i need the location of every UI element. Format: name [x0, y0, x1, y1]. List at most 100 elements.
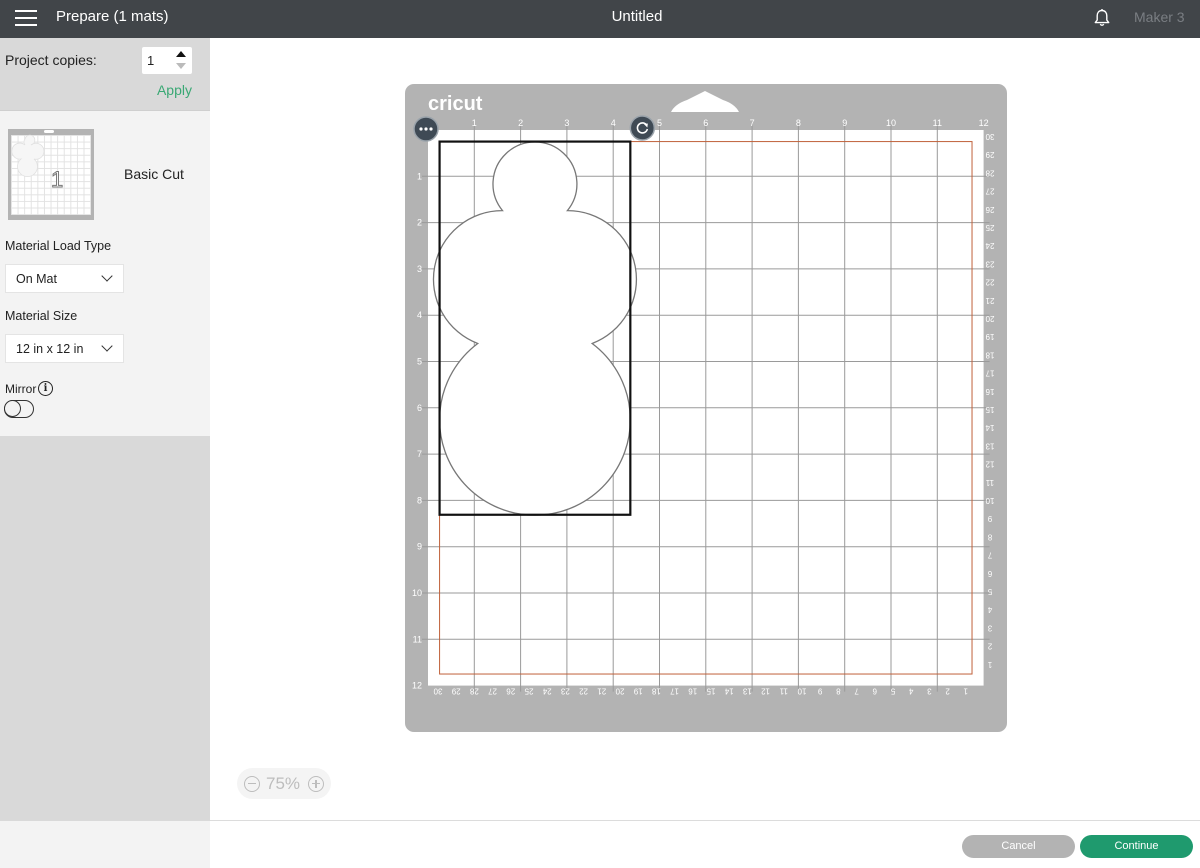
continue-button[interactable]: Continue [1080, 835, 1193, 858]
chevron-down-icon [101, 270, 113, 282]
ruler-bottom-cm-tick: 13 [742, 687, 751, 696]
ruler-top-tick: 3 [564, 118, 569, 128]
material-load-type-label: Material Load Type [5, 239, 112, 253]
cancel-button[interactable]: Cancel [962, 835, 1075, 858]
more-options-dot [424, 127, 428, 131]
top-bar: Prepare (1 mats) Untitled Maker 3 [0, 0, 1200, 38]
ruler-left-tick: 9 [417, 542, 422, 552]
material-size-value: 12 in x 12 in [16, 342, 84, 356]
ruler-right-cm-tick: 27 [985, 187, 994, 196]
ruler-right-cm-tick: 21 [985, 296, 994, 305]
ruler-top-tick: 8 [796, 118, 801, 128]
ruler-right-cm-tick: 20 [985, 314, 994, 323]
ruler-right-cm-tick: 6 [987, 569, 992, 578]
ruler-bottom-cm-tick: 2 [945, 687, 950, 696]
ruler-top-tick: 9 [842, 118, 847, 128]
ruler-bottom-cm-tick: 28 [469, 687, 478, 696]
ruler-left-tick: 4 [417, 310, 422, 320]
ruler-right-cm-tick: 22 [985, 278, 994, 287]
ruler-top-tick: 4 [611, 118, 616, 128]
ruler-right-cm-tick: 15 [985, 405, 994, 414]
ruler-right-cm-tick: 30 [985, 132, 994, 141]
ruler-right-cm-tick: 8 [987, 532, 992, 541]
mat-thumbnail[interactable]: 1 [8, 129, 94, 220]
hamburger-menu-icon[interactable] [15, 10, 37, 26]
ruler-right-cm-tick: 16 [985, 387, 994, 396]
ruler-bottom-cm-tick: 14 [724, 687, 733, 696]
ruler-bottom-cm-tick: 17 [670, 687, 679, 696]
chevron-down-icon [101, 340, 113, 352]
ruler-right-cm-tick: 5 [987, 587, 992, 596]
ruler-bottom-cm-tick: 7 [854, 687, 859, 696]
ruler-bottom-cm-tick: 15 [706, 687, 715, 696]
ruler-right-cm-tick: 28 [985, 168, 994, 177]
material-size-select[interactable]: 12 in x 12 in [5, 334, 124, 363]
footer-divider [210, 820, 1200, 821]
increment-arrow-icon[interactable] [176, 51, 186, 57]
ruler-top-tick: 6 [703, 118, 708, 128]
mat-name: Basic Cut [124, 166, 184, 182]
ruler-right-cm-tick: 18 [985, 350, 994, 359]
ruler-bottom-cm-tick: 12 [761, 687, 770, 696]
ruler-right-cm-tick: 26 [985, 205, 994, 214]
ruler-bottom-cm-tick: 19 [633, 687, 642, 696]
page-title: Prepare (1 mats) [56, 8, 169, 25]
ruler-bottom-cm-tick: 24 [542, 687, 551, 696]
ruler-right-cm-tick: 4 [987, 605, 992, 614]
ruler-bottom-cm-tick: 8 [836, 687, 841, 696]
ruler-left-tick: 2 [417, 218, 422, 228]
ruler-left-tick: 7 [417, 449, 422, 459]
machine-selector[interactable]: Maker 3 [1134, 9, 1185, 25]
zoom-out-icon[interactable] [244, 776, 260, 792]
toggle-knob [4, 400, 21, 417]
project-copies-input[interactable]: 1 [142, 47, 192, 74]
mat-number: 1 [51, 167, 63, 192]
ruler-left-tick: 10 [412, 588, 422, 598]
ruler-right-cm-tick: 25 [985, 223, 994, 232]
ruler-right-cm-tick: 13 [985, 441, 994, 450]
ruler-bottom-cm-tick: 3 [927, 687, 932, 696]
ruler-top-tick: 12 [979, 118, 989, 128]
ruler-right-cm-tick: 10 [985, 496, 994, 505]
ruler-bottom-cm-tick: 18 [651, 687, 660, 696]
material-load-type-select[interactable]: On Mat [5, 264, 124, 293]
bell-icon[interactable] [1092, 8, 1112, 28]
cutting-mat: cricut 1 2 3 4 5 6 7 8 9 10 11 12 1 2 3 4 5 6 7 8 9 10 11 12 30 29… [405, 84, 1007, 732]
ruler-right-cm-tick: 24 [985, 241, 994, 250]
cricut-logo: cricut [428, 93, 483, 115]
ruler-right-cm-tick: 19 [985, 332, 994, 341]
ruler-bottom-cm-tick: 26 [506, 687, 515, 696]
ruler-bottom-cm-tick: 27 [488, 687, 497, 696]
material-size-label: Material Size [5, 309, 78, 323]
ruler-left-tick: 6 [417, 403, 422, 413]
ruler-right-cm-tick: 12 [985, 460, 994, 469]
mat-thumbnail-preview: 1 [11, 130, 64, 193]
mirror-toggle[interactable] [4, 400, 34, 418]
ruler-bottom-cm-tick: 4 [908, 687, 913, 696]
ruler-right-cm-tick: 23 [985, 259, 994, 268]
mat-canvas[interactable]: cricut1 2 3 4 5 6 7 8 9 10 11 121234567891011123029… [405, 84, 1007, 732]
zoom-level: 75% [266, 774, 301, 793]
sidebar-empty-area [0, 436, 210, 821]
mat-settings-panel: 1 Basic Cut Material Load Type On Mat Ma… [0, 111, 210, 436]
ruler-bottom-cm-tick: 9 [817, 687, 822, 696]
decrement-arrow-icon[interactable] [176, 63, 186, 69]
more-options-dot [419, 127, 423, 131]
ruler-bottom-cm-tick: 22 [579, 687, 588, 696]
ruler-right-cm-tick: 1 [987, 660, 992, 669]
ruler-bottom-cm-tick: 23 [560, 687, 569, 696]
ruler-bottom-cm-tick: 29 [451, 687, 460, 696]
ruler-right-cm-tick: 2 [987, 642, 992, 651]
document-title: Untitled [611, 8, 663, 25]
ruler-top-tick: 2 [518, 118, 523, 128]
ruler-bottom-cm-tick: 1 [963, 687, 968, 696]
ruler-bottom-cm-tick: 5 [890, 687, 895, 696]
ruler-bottom-cm-tick: 25 [524, 687, 533, 696]
ruler-right-cm-tick: 17 [985, 369, 994, 378]
ruler-left-tick: 3 [417, 264, 422, 274]
rotate-icon[interactable] [629, 115, 656, 141]
project-copies-value[interactable]: 1 [147, 53, 154, 68]
apply-button[interactable]: Apply [157, 82, 192, 98]
zoom-in-icon[interactable] [308, 776, 324, 792]
info-icon[interactable]: i [38, 381, 53, 396]
